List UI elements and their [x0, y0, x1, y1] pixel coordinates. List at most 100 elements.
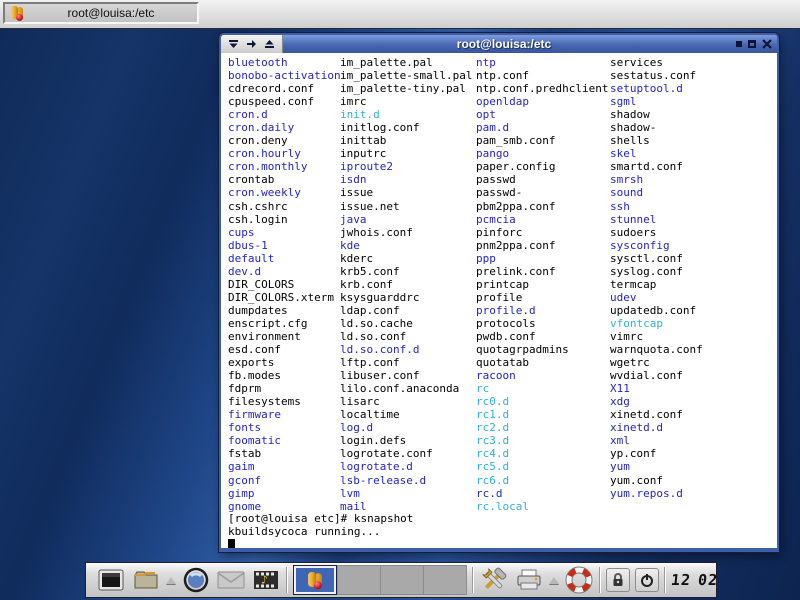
file-entry: services	[610, 56, 703, 69]
file-entry: initlog.conf	[340, 121, 472, 134]
file-entry: krb.conf	[340, 278, 472, 291]
file-entry: X11	[610, 382, 703, 395]
file-entry: pnm2ppa.conf	[476, 239, 608, 252]
panel-separator	[472, 567, 474, 593]
panel-clock[interactable]: 12 02	[670, 571, 719, 589]
file-entry: passwd-	[476, 186, 608, 199]
file-manager-folder-icon[interactable]	[131, 565, 161, 595]
file-entry: log.d	[340, 421, 472, 434]
file-entry: protocols	[476, 317, 608, 330]
terminal-launcher-icon[interactable]	[96, 565, 126, 595]
file-list-column-3: ntpntp.confntp.conf.predhclientopenldapo…	[476, 56, 608, 513]
top-taskbar: root@louisa:/etc	[0, 0, 800, 29]
file-entry: pam_smb.conf	[476, 134, 608, 147]
file-entry: gnome	[228, 500, 341, 513]
file-entry: ntp.conf.predhclient	[476, 82, 608, 95]
konsole-app-icon	[9, 5, 25, 21]
file-entry: sysctl.conf	[610, 252, 703, 265]
file-entry: opt	[476, 108, 608, 121]
file-entry: rc.d	[476, 487, 608, 500]
file-entry: inittab	[340, 134, 472, 147]
file-entry: dumpdates	[228, 304, 341, 317]
printer-icon[interactable]	[514, 565, 544, 595]
file-list-column-2: im_palette.palim_palette-small.palim_pal…	[340, 56, 472, 513]
file-entry: localtime	[340, 408, 472, 421]
clock-hours: 12	[670, 571, 692, 589]
file-entry: ldap.conf	[340, 304, 472, 317]
file-entry: ksysguarddrc	[340, 291, 472, 304]
file-entry: jwhois.conf	[340, 226, 472, 239]
file-entry: im_palette.pal	[340, 56, 472, 69]
tools-settings-icon[interactable]	[479, 565, 509, 595]
file-entry: gimp	[228, 487, 341, 500]
file-entry: rc	[476, 382, 608, 395]
panel-up-arrow-icon[interactable]	[166, 577, 176, 584]
multimedia-film-icon[interactable]: ♪	[251, 565, 281, 595]
file-entry: cron.weekly	[228, 186, 341, 199]
lock-screen-button[interactable]	[606, 568, 630, 592]
file-entry: sysconfig	[610, 239, 703, 252]
file-entry: rc6.d	[476, 474, 608, 487]
file-entry: rc3.d	[476, 434, 608, 447]
file-entry: rc5.d	[476, 460, 608, 473]
web-browser-globe-icon[interactable]	[181, 565, 211, 595]
file-entry: fonts	[228, 421, 341, 434]
file-entry: ld.so.conf.d	[340, 343, 472, 356]
file-entry: dbus-1	[228, 239, 341, 252]
file-entry: vimrc	[610, 330, 703, 343]
file-entry: filesystems	[228, 395, 341, 408]
file-entry: rc4.d	[476, 447, 608, 460]
file-entry: yp.conf	[610, 447, 703, 460]
desktop-background[interactable]: root@louisa:/etc root@louisa:/etc	[0, 0, 800, 600]
panel-up-arrow-icon[interactable]	[549, 577, 559, 584]
file-entry: termcap	[610, 278, 703, 291]
file-entry: gconf	[228, 474, 341, 487]
file-entry: rc.local	[476, 500, 608, 513]
clock-minutes: 02	[697, 571, 719, 589]
file-entry: cpuspeed.conf	[228, 95, 341, 108]
file-entry: bonobo-activation	[228, 69, 341, 82]
file-entry: fb.modes	[228, 369, 341, 382]
file-entry: rc1.d	[476, 408, 608, 421]
shade-icon[interactable]	[228, 39, 239, 49]
file-entry: java	[340, 213, 472, 226]
file-entry: im_palette-tiny.pal	[340, 82, 472, 95]
file-entry: cups	[228, 226, 341, 239]
file-list-column-4: servicessestatus.confsetuptool.dsgmlshad…	[610, 56, 703, 500]
file-entry: lilo.conf.anaconda	[340, 382, 472, 395]
file-entry: imrc	[340, 95, 472, 108]
file-entry: cron.d	[228, 108, 341, 121]
titlebar[interactable]: root@louisa:/etc	[221, 35, 777, 53]
file-entry: pinforc	[476, 226, 608, 239]
maximize-icon[interactable]	[748, 40, 756, 48]
file-entry: setuptool.d	[610, 82, 703, 95]
file-entry: DIR_COLORS	[228, 278, 341, 291]
file-entry: wvdial.conf	[610, 369, 703, 382]
file-entry: ntp	[476, 56, 608, 69]
file-entry: sgml	[610, 95, 703, 108]
close-icon[interactable]	[762, 39, 772, 49]
file-entry: sound	[610, 186, 703, 199]
mail-envelope-icon[interactable]	[216, 565, 246, 595]
file-entry: logrotate.d	[340, 460, 472, 473]
taskbar-empty-slot	[337, 565, 381, 595]
shell-prompt-line: [root@louisa etc]# ksnapshot	[228, 512, 413, 525]
file-entry: shadow-	[610, 121, 703, 134]
file-entry: updatedb.conf	[610, 304, 703, 317]
file-entry: esd.conf	[228, 343, 341, 356]
file-entry: lftp.conf	[340, 356, 472, 369]
file-entry: ld.so.conf	[340, 330, 472, 343]
power-logout-button[interactable]	[635, 568, 659, 592]
help-lifering-icon[interactable]	[564, 565, 594, 595]
file-entry: rc2.d	[476, 421, 608, 434]
stick-icon[interactable]	[246, 39, 257, 49]
eject-icon[interactable]	[264, 39, 275, 49]
file-entry: passwd	[476, 173, 608, 186]
minimize-icon[interactable]	[736, 41, 742, 47]
taskbar-active-task[interactable]	[293, 565, 337, 595]
file-entry: lsb-release.d	[340, 474, 472, 487]
file-entry: lvm	[340, 487, 472, 500]
terminal-content[interactable]: bluetoothbonobo-activationcdrecord.confc…	[221, 53, 777, 548]
taskbar-window-button[interactable]: root@louisa:/etc	[3, 2, 199, 24]
file-entry: csh.login	[228, 213, 341, 226]
